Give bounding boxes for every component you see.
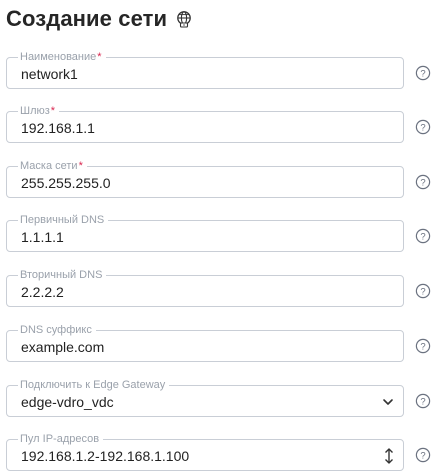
question-circle-icon[interactable]: ? [415,447,431,463]
required-marker: * [97,51,102,63]
secondary-dns-label: Вторичный DNS [18,268,107,282]
netmask-label: Маска сети* [18,159,87,173]
netmask-value: 255.255.255.0 [21,175,111,191]
required-marker: * [78,160,83,172]
primary-dns-field-row: Первичный DNS 1.1.1.1 ? [6,213,432,254]
question-circle-icon[interactable]: ? [415,65,431,81]
svg-text:?: ? [420,286,425,297]
ip-pool-textarea[interactable]: Пул IP-адресов 192.168.1.2-192.168.1.100 [6,432,404,471]
svg-text:?: ? [420,341,425,352]
secondary-dns-input[interactable]: Вторичный DNS 2.2.2.2 [6,268,404,307]
primary-dns-label: Первичный DNS [18,213,109,227]
chevron-down-icon[interactable] [382,397,394,407]
question-circle-icon[interactable]: ? [415,119,431,135]
svg-text:?: ? [420,177,425,188]
svg-text:?: ? [420,68,425,79]
edge-gateway-label: Подключить к Edge Gateway [18,378,170,392]
name-input[interactable]: Наименование* network1 [6,50,404,89]
svg-text:?: ? [420,122,425,133]
page-title: Создание сети [6,6,168,31]
primary-dns-input[interactable]: Первичный DNS 1.1.1.1 [6,213,404,252]
question-circle-icon[interactable]: ? [415,283,431,299]
dns-suffix-label: DNS суффикс [18,323,96,337]
question-circle-icon[interactable]: ? [415,174,431,190]
gateway-field-row: Шлюз* 192.168.1.1 ? [6,104,432,145]
gateway-input[interactable]: Шлюз* 192.168.1.1 [6,104,404,143]
dns-suffix-value: example.com [21,339,105,355]
name-value: network1 [21,66,78,82]
secondary-dns-field-row: Вторичный DNS 2.2.2.2 ? [6,268,432,309]
svg-text:?: ? [420,396,425,407]
required-marker: * [50,105,56,117]
edge-gateway-value: edge-vdro_vdc [21,394,114,410]
dns-suffix-input[interactable]: DNS суффикс example.com [6,323,404,362]
page-header: Создание сети [6,4,193,34]
svg-text:?: ? [420,450,425,461]
svg-text:?: ? [420,231,425,242]
question-circle-icon[interactable]: ? [415,393,431,409]
up-down-arrow-icon[interactable] [383,446,395,466]
gateway-value: 192.168.1.1 [21,120,95,136]
primary-dns-value: 1.1.1.1 [21,229,64,245]
ip-pool-field-row: Пул IP-адресов 192.168.1.2-192.168.1.100… [6,432,432,473]
name-field-row: Наименование* network1 ? [6,50,432,91]
ip-pool-label: Пул IP-адресов [18,432,104,446]
edge-gateway-select[interactable]: Подключить к Edge Gateway edge-vdro_vdc [6,378,404,417]
ip-pool-value: 192.168.1.2-192.168.1.100 [21,448,190,464]
netmask-field-row: Маска сети* 255.255.255.0 ? [6,159,432,200]
netmask-input[interactable]: Маска сети* 255.255.255.0 [6,159,404,198]
dns-suffix-field-row: DNS суффикс example.com ? [6,323,432,364]
edge-gateway-field-row: Подключить к Edge Gateway edge-vdro_vdc … [6,378,432,419]
question-circle-icon[interactable]: ? [415,338,431,354]
gateway-label: Шлюз* [18,104,60,118]
name-label: Наименование* [18,50,106,64]
globe-network-icon [175,10,193,28]
question-circle-icon[interactable]: ? [415,228,431,244]
secondary-dns-value: 2.2.2.2 [21,284,64,300]
